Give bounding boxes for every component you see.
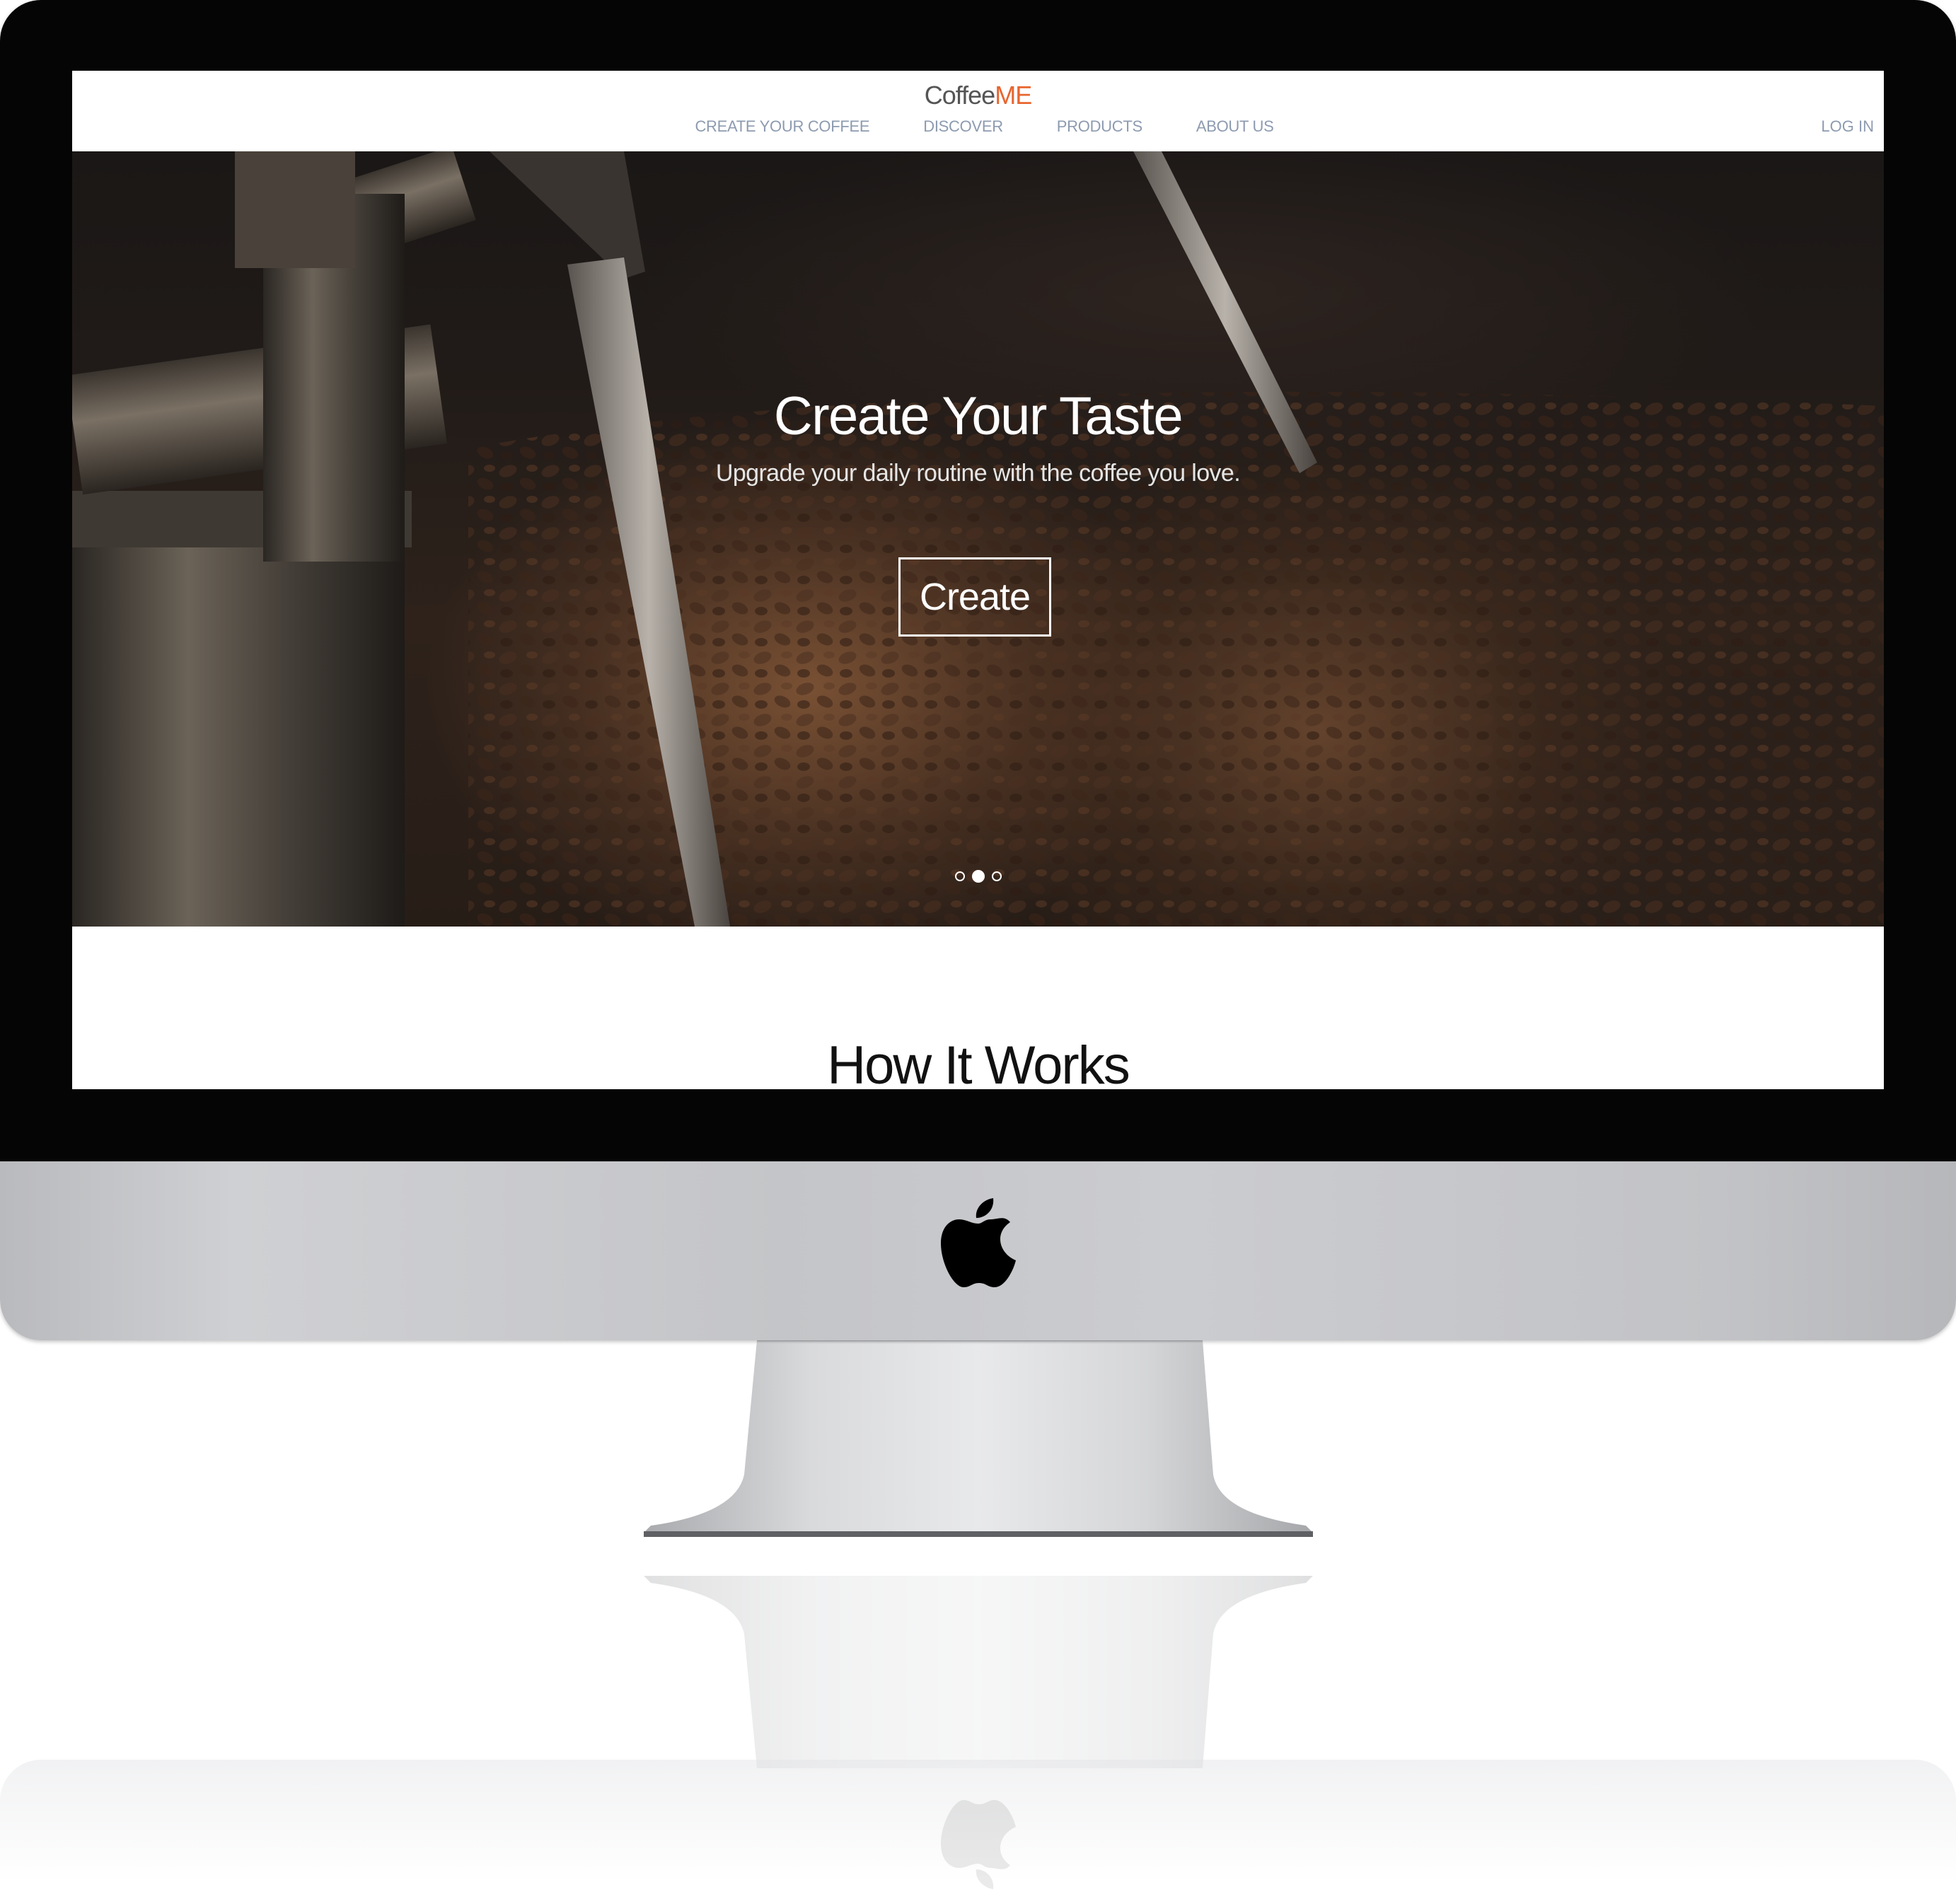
apple-logo-reflection-icon: [941, 1800, 1016, 1889]
hero-title: Create Your Taste: [773, 385, 1184, 446]
brand-logo[interactable]: CoffeeME: [72, 81, 1884, 110]
navbar: CoffeeME CREATE YOUR COFFEE DISCOVER PRO…: [72, 71, 1884, 151]
stand-reflection: [644, 1576, 1313, 1768]
nav-link-create-your-coffee[interactable]: CREATE YOUR COFFEE: [695, 117, 869, 136]
nav-link-about-us[interactable]: ABOUT US: [1196, 117, 1274, 136]
imac-mockup: CoffeeME CREATE YOUR COFFEE DISCOVER PRO…: [0, 0, 1956, 1904]
create-button[interactable]: Create: [898, 557, 1051, 637]
hero-carousel: Create Your Taste Upgrade your daily rou…: [72, 151, 1884, 927]
carousel-dot-1[interactable]: [955, 871, 965, 881]
carousel-dot-2[interactable]: [972, 870, 985, 883]
carousel-indicators: [955, 870, 1002, 883]
carousel-dot-3[interactable]: [992, 871, 1002, 881]
main-nav: CREATE YOUR COFFEE DISCOVER PRODUCTS ABO…: [72, 117, 1884, 136]
login-link[interactable]: LOG IN: [1821, 117, 1874, 136]
apple-logo-icon: [941, 1198, 1016, 1287]
nav-link-discover[interactable]: DISCOVER: [923, 117, 1003, 136]
brand-name: Coffee: [924, 81, 995, 110]
monitor-stand: [644, 1340, 1313, 1537]
nav-link-products[interactable]: PRODUCTS: [1057, 117, 1142, 136]
hero-background-image: [72, 151, 1884, 927]
brand-name-accent: ME: [995, 81, 1032, 110]
imac-monitor: CoffeeME CREATE YOUR COFFEE DISCOVER PRO…: [0, 0, 1956, 1340]
hero-subtitle: Upgrade your daily routine with the coff…: [715, 460, 1241, 487]
how-it-works-heading: How It Works: [827, 1035, 1130, 1089]
website-screen: CoffeeME CREATE YOUR COFFEE DISCOVER PRO…: [72, 71, 1884, 1089]
